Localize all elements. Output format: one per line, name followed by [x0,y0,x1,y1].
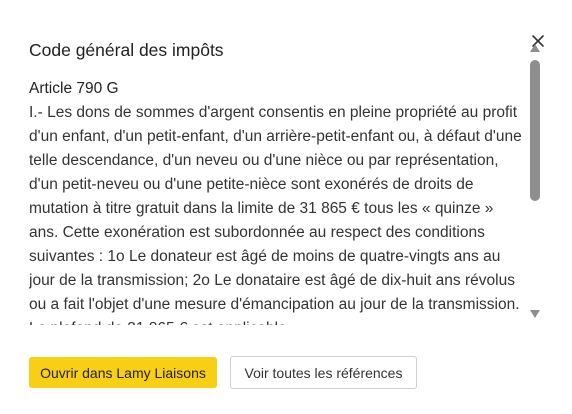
triangle-down-icon[interactable] [530,310,540,318]
dialog-title: Code général des impôts [29,40,224,60]
reference-dialog: Code général des impôts Article 790 G I.… [0,0,572,414]
article-body: I.- Les dons de sommes d'argent consenti… [29,104,522,325]
scrollbar-thumb[interactable] [530,60,540,201]
open-in-lamy-liaisons-button[interactable]: Ouvrir dans Lamy Liaisons [29,357,217,388]
view-all-references-button[interactable]: Voir toutes les références [230,356,417,389]
article-scroll-area[interactable]: Article 790 G I.- Les dons de sommes d'a… [29,76,525,325]
vertical-scrollbar[interactable] [529,44,541,322]
triangle-up-icon[interactable] [530,44,540,52]
article-heading: Article 790 G [29,80,119,97]
